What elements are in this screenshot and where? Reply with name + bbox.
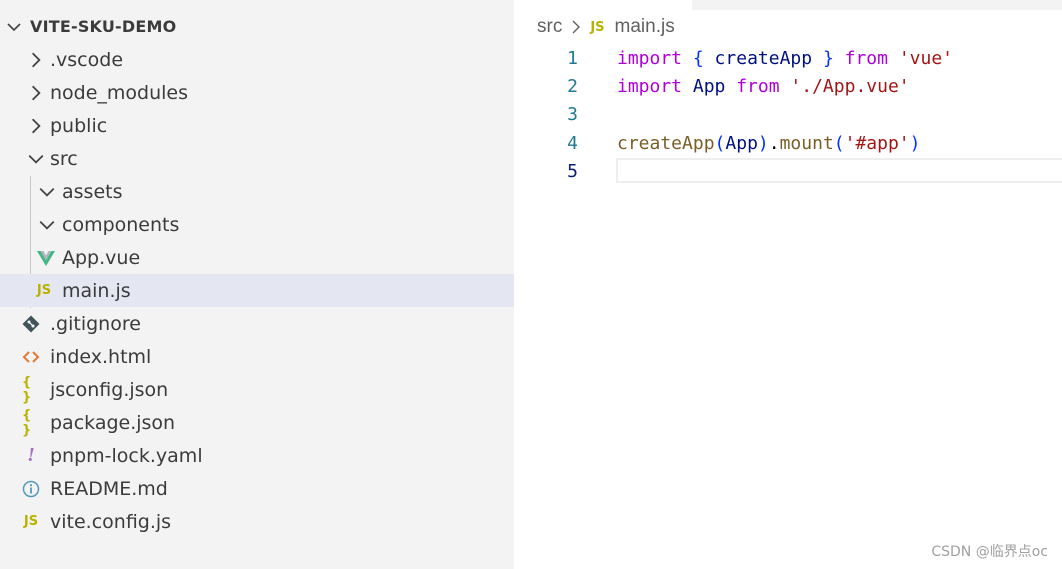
tree-item-vite-config-js[interactable]: JS vite.config.js [0, 505, 514, 538]
line-number: 1 [567, 47, 578, 69]
js-icon: JS [23, 514, 39, 529]
tree-item-app-vue[interactable]: App.vue [0, 241, 514, 274]
code-line: 1 import { createApp } from 'vue' [514, 44, 1062, 72]
line-number: 2 [567, 75, 578, 97]
tree-item-src[interactable]: src [0, 142, 514, 175]
tree-item-label: assets [62, 180, 123, 203]
json-icon: { } [22, 374, 32, 405]
chevron-down-icon [39, 187, 55, 197]
line-number: 3 [567, 103, 578, 125]
tree-item-label: node_modules [50, 81, 189, 104]
breadcrumb-file[interactable]: main.js [615, 16, 675, 38]
watermark: CSDN @临界点oc [931, 544, 1048, 560]
js-icon: JS [36, 283, 52, 298]
tree-item-index-html[interactable]: index.html [0, 340, 514, 373]
tree-item-jsconfig-json[interactable]: { } jsconfig.json [0, 373, 514, 406]
tree-item-package-json[interactable]: { } package.json [0, 406, 514, 439]
tree-item-label: src [50, 147, 78, 170]
code-line: 5 [514, 157, 1062, 185]
chevron-down-icon [39, 220, 55, 230]
explorer-root-folder[interactable]: VITE-SKU-DEMO [0, 10, 514, 43]
tree-item-vscode[interactable]: .vscode [0, 43, 514, 76]
chevron-down-icon [7, 22, 21, 31]
tree-item-label: package.json [50, 411, 176, 434]
tree-item-assets[interactable]: assets [0, 175, 514, 208]
tree-item-components[interactable]: components [0, 208, 514, 241]
code-line: 2 import App from './App.vue' [514, 72, 1062, 100]
tree-item-public[interactable]: public [0, 109, 514, 142]
code-line: 3 [514, 100, 1062, 128]
root-folder-label: VITE-SKU-DEMO [30, 17, 177, 36]
tree-item-label: public [50, 114, 108, 137]
tree-item-label: pnpm-lock.yaml [50, 444, 203, 467]
tree-item-node-modules[interactable]: node_modules [0, 76, 514, 109]
tree-item-label: vite.config.js [50, 510, 172, 533]
chevron-right-icon [31, 85, 41, 100]
yaml-icon: ! [27, 444, 35, 466]
chevron-down-icon [28, 154, 44, 164]
html-icon [22, 350, 40, 363]
info-icon [22, 480, 40, 497]
json-icon: { } [22, 407, 32, 438]
breadcrumb-folder[interactable]: src [537, 16, 562, 38]
code-editor[interactable]: src JS main.js 1 import { createApp } fr… [514, 0, 1062, 569]
tree-item-label: README.md [50, 477, 168, 500]
tree-item-label: .vscode [50, 48, 124, 71]
git-icon [22, 315, 40, 332]
tree-item-label: components [62, 213, 180, 236]
code-text: import App from './App.vue' [617, 75, 910, 97]
code-line: 4 createApp(App).mount('#app') [514, 129, 1062, 157]
vue-icon [37, 250, 55, 266]
tree-item-main-js[interactable]: JS main.js [0, 274, 514, 307]
tree-item-label: index.html [50, 345, 152, 368]
tree-item-label: jsconfig.json [50, 378, 169, 401]
line-number: 4 [567, 132, 578, 154]
code-text: import { createApp } from 'vue' [617, 47, 954, 69]
vscode-window: VITE-SKU-DEMO .vscode node_modules publi… [0, 0, 1062, 569]
chevron-right-icon [31, 118, 41, 133]
code-text: createApp(App).mount('#app') [617, 132, 921, 154]
tree-item-gitignore[interactable]: .gitignore [0, 307, 514, 340]
tree-item-label: App.vue [62, 246, 141, 269]
tree-item-label: main.js [62, 279, 131, 302]
js-icon: JS [590, 19, 605, 35]
tab-strip [692, 0, 1062, 10]
chevron-right-icon [31, 52, 41, 67]
explorer-sidebar: VITE-SKU-DEMO .vscode node_modules publi… [0, 0, 514, 569]
line-number: 5 [567, 160, 578, 182]
chevron-right-icon [570, 20, 582, 34]
breadcrumb: src JS main.js [537, 14, 675, 40]
tree-item-readme-md[interactable]: README.md [0, 472, 514, 505]
tree-item-label: .gitignore [50, 312, 141, 335]
tree-item-pnpm-lock-yaml[interactable]: ! pnpm-lock.yaml [0, 439, 514, 472]
